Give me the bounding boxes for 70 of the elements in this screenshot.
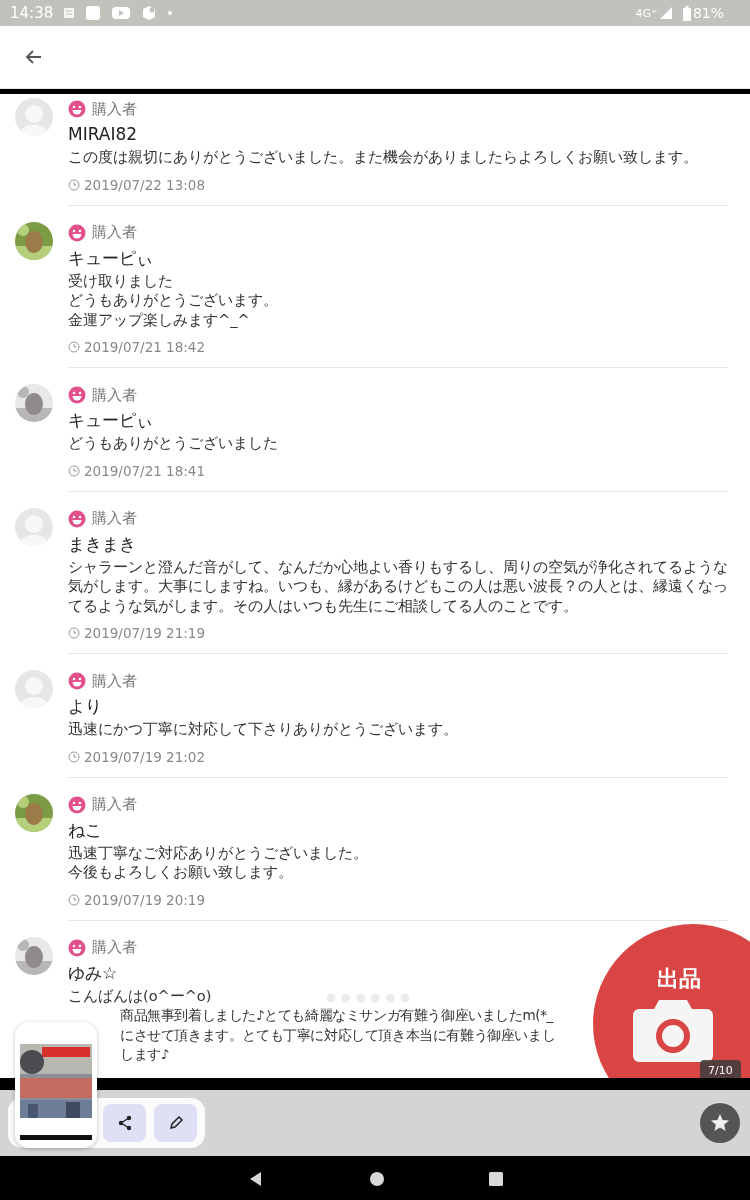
review-text: 迅速にかつ丁寧に対応して下さりありがとうございます。	[68, 720, 458, 739]
smiley-icon	[68, 938, 86, 957]
recents-nav-icon[interactable]	[489, 1171, 503, 1186]
favorite-button[interactable]	[700, 1103, 740, 1143]
share-icon	[116, 1115, 133, 1131]
default-avatar-icon	[15, 670, 53, 708]
notification-icon	[63, 6, 76, 20]
video-icon	[111, 5, 132, 21]
buyer-label: 購入者	[92, 223, 137, 242]
clock-icon	[68, 627, 80, 639]
status-time: 14:38	[10, 4, 54, 22]
smiley-icon	[68, 223, 86, 242]
reviewer-name: まきまき	[68, 532, 136, 556]
signal-icon	[658, 6, 673, 20]
reviewer-name: ゆみ☆	[68, 961, 118, 985]
smiley-icon	[68, 509, 86, 528]
review-date: 2019/07/19 21:02	[84, 748, 205, 765]
review-text: します♪	[120, 1045, 169, 1064]
cube-icon	[141, 5, 158, 21]
review-text: 迅速丁寧なご対応ありがとうございました。	[68, 843, 368, 863]
share-button[interactable]	[103, 1104, 146, 1142]
default-avatar-icon	[15, 98, 53, 136]
review-text: 今後もよろしくお願い致します。	[68, 863, 293, 882]
review-text: 商品無事到着しました♪とても綺麗なミサンガ有難う御座いましたm(*_	[120, 1006, 553, 1025]
review-text: シャラーンと澄んだ音がして、なんだか心地よい香りもするし、周りの空気が浄化されてるような気がします。大事にしますね。いつも、縁があるけどもこの人は悪い波長？の人とは、縁遠くなってるような気がします。その人はいつも先生にご相談してる人のことです。	[68, 557, 728, 616]
clock-icon	[68, 178, 80, 191]
review-text: 金運アップ楽しみます^_^	[68, 310, 250, 330]
reviewer-name: キューピぃ	[68, 246, 153, 270]
review-text: にさせて頂きます。とても丁寧に対応して頂き本当に有難う御座いまし	[120, 1025, 556, 1045]
reviewer-name: キューピぃ	[68, 409, 153, 432]
star-icon	[710, 1113, 730, 1133]
buyer-label: 購入者	[92, 99, 137, 119]
review-date: 2019/07/19 20:19	[84, 891, 205, 908]
camera-icon	[633, 1000, 713, 1062]
review-date: 2019/07/22 13:08	[84, 176, 205, 193]
smiley-icon	[68, 100, 86, 118]
network-type: 4G⁺	[635, 6, 657, 20]
review-text: どうもありがとうございました	[68, 434, 278, 453]
review-text: どうもありがとうございます。	[68, 291, 278, 310]
review-text: この度は親切にありがとうございました。また機会がありましたらよろしくお願い致します。	[68, 148, 698, 167]
edit-button[interactable]	[154, 1104, 197, 1142]
review-date: 2019/07/21 18:41	[84, 462, 205, 479]
battery-level: 81%	[692, 5, 724, 21]
reviewer-name: MIRAI82	[68, 123, 138, 146]
review-text: こんばんは(o^ー^o)	[68, 986, 212, 1006]
clock-icon	[68, 464, 80, 477]
clock-icon	[68, 341, 80, 353]
smiley-icon	[68, 795, 86, 814]
reviewer-name: より	[68, 695, 102, 718]
default-avatar-icon	[15, 507, 53, 546]
smiley-icon	[68, 672, 86, 690]
buyer-label: 購入者	[92, 385, 137, 405]
buyer-label: 購入者	[92, 671, 137, 691]
clock-icon	[68, 893, 80, 906]
page-counter: 7/10	[700, 1060, 741, 1078]
dot-icon	[167, 10, 174, 16]
clock-icon	[68, 750, 80, 763]
buyer-label: 購入者	[92, 938, 137, 957]
pencil-icon	[167, 1115, 184, 1131]
screenshot-thumbnail[interactable]	[15, 1022, 97, 1148]
battery-icon	[682, 5, 691, 21]
buyer-label: 購入者	[92, 795, 137, 814]
smiley-icon	[68, 386, 86, 404]
reviewer-name: ねこ	[68, 818, 102, 842]
app-icon	[85, 5, 102, 21]
buyer-label: 購入者	[92, 509, 137, 528]
review-text: 受け取りました	[68, 271, 173, 291]
review-date: 2019/07/21 18:42	[84, 339, 205, 355]
home-nav-icon[interactable]	[369, 1170, 385, 1187]
review-date: 2019/07/19 21:19	[84, 625, 205, 641]
